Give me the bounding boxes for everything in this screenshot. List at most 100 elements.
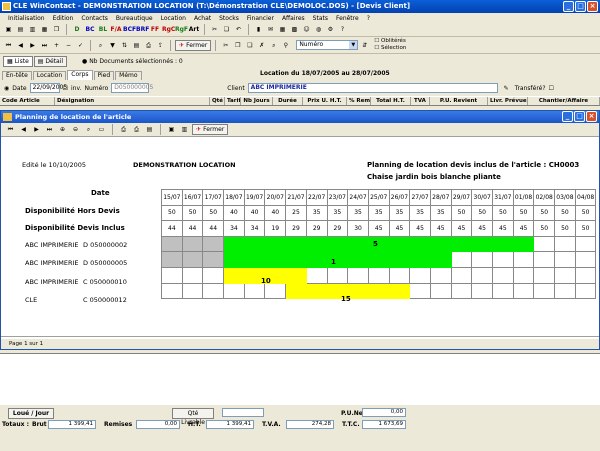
open-report-icon[interactable]: ▥ [179,124,190,135]
table-icon[interactable]: ▦ [277,24,288,35]
delete-record-icon[interactable]: − [63,40,74,51]
first-record-icon[interactable]: ⏮ [3,40,14,51]
next-page-icon[interactable]: ▶ [31,124,42,135]
grid-column-header[interactable]: Désignation [55,97,210,105]
doc-type-button[interactable]: BL [97,24,109,35]
selection-checkbox[interactable]: ☐ Sélection [374,45,406,52]
user-icon[interactable]: ☺ [301,24,312,35]
menu-item[interactable]: Affaires [278,15,309,22]
loue-jour-button[interactable]: Loué / Jour [8,408,54,419]
menu-item[interactable]: Stats [309,15,332,22]
next-record-icon[interactable]: ▶ [27,40,38,51]
world-icon[interactable]: ◍ [313,24,324,35]
fit-page-icon[interactable]: ▭ [96,124,107,135]
copy2-icon[interactable]: ❐ [232,40,243,51]
doc-type-button[interactable]: Art [188,24,200,35]
prev-page-icon[interactable]: ◀ [18,124,29,135]
tab-item[interactable]: En-tête [2,71,32,80]
obliteres-checkbox[interactable]: ☐ Oblitérés [374,38,406,45]
doc-type-button[interactable]: RgF [175,24,188,35]
menu-item[interactable]: Financier [243,15,278,22]
export-icon-2[interactable]: ▤ [144,124,155,135]
save-report-icon[interactable]: ▣ [166,124,177,135]
date-field[interactable]: 22/09/2005 [29,83,67,93]
search-icon[interactable]: ⌕ [95,40,106,51]
export-icon[interactable]: ⇪ [155,40,166,51]
grid-column-header[interactable]: Prix U. H.T. [303,97,347,105]
doc-type-button[interactable]: RgC [162,24,175,35]
transfere-checkbox[interactable]: ☐ [549,85,554,92]
doc-type-button[interactable]: F/A [110,24,122,35]
planning-fermer-button[interactable]: ✈ Fermer [192,124,229,135]
filter-icon[interactable]: ▼ [107,40,118,51]
fermer-button[interactable]: ✈ Fermer [175,39,212,51]
grid-column-header[interactable]: Durée [273,97,303,105]
calc-icon[interactable]: ▦ [39,24,50,35]
zoom-in-icon[interactable]: ⊕ [57,124,68,135]
last-record-icon[interactable]: ⏭ [39,40,50,51]
grid-column-header[interactable]: Livr. Prévue [488,97,528,105]
cut2-icon[interactable]: ✂ [220,40,231,51]
zoom-out-icon[interactable]: ⊖ [70,124,81,135]
zoom-icon[interactable]: ⌕ [268,40,279,51]
add-record-icon[interactable]: + [51,40,62,51]
doc-type-button[interactable]: BCF [123,24,136,35]
prev-record-icon[interactable]: ◀ [15,40,26,51]
paste-icon[interactable]: ❏ [221,24,232,35]
close-button[interactable]: × [587,1,598,12]
tab-item[interactable]: Mémo [115,71,142,80]
grid-column-header[interactable]: Code Article [0,97,55,105]
planning-maximize-button[interactable]: □ [574,111,585,122]
paste2-icon[interactable]: ❏ [244,40,255,51]
menu-item[interactable]: Location [157,15,190,22]
tab-item[interactable]: Corps [67,70,93,80]
first-page-icon[interactable]: ⏮ [5,124,16,135]
menu-item[interactable]: ? [363,15,374,22]
confirm-icon[interactable]: ✓ [75,40,86,51]
tab-item[interactable]: Location [32,71,67,80]
date-radio[interactable]: ◉ [4,85,9,92]
client-lookup-icon[interactable]: ✎ [501,83,512,94]
last-page-icon[interactable]: ⏭ [44,124,55,135]
qte-livrable-field[interactable] [222,408,264,417]
pu-net-field[interactable]: 0,00 [362,408,406,417]
planning-close-button[interactable]: × [586,111,597,122]
print-doc-icon[interactable]: ▤ [131,40,142,51]
menu-item[interactable]: Initialisation [4,15,49,22]
grid-column-header[interactable]: Qté [210,97,225,105]
maximize-button[interactable]: □ [575,1,586,12]
sort-icon[interactable]: ⇅ [119,40,130,51]
menu-item[interactable]: Fenêtre [332,15,363,22]
grid-column-header[interactable]: Nb Jours [241,97,273,105]
printer-icon[interactable]: ⎙ [143,40,154,51]
mail-icon[interactable]: ✉ [265,24,276,35]
sort-order-icon[interactable]: ⇵ [359,40,370,51]
chart-icon[interactable]: ▮ [253,24,264,35]
doc-type-button[interactable]: BC [84,24,96,35]
copy-icon[interactable]: ❐ [51,24,62,35]
preview-icon[interactable]: ▥ [27,24,38,35]
doc-type-button[interactable]: D [71,24,83,35]
tab-item[interactable]: Pied [93,71,115,80]
print-setup-icon[interactable]: ⎙ [131,124,142,135]
undo-icon[interactable]: ↶ [233,24,244,35]
minimize-button[interactable]: _ [563,1,574,12]
doc-type-button[interactable]: BRF [136,24,149,35]
doc-type-button[interactable]: FF [149,24,161,35]
find-icon[interactable]: ⚲ [280,40,291,51]
tools-icon[interactable]: ⚙ [325,24,336,35]
client-field[interactable]: ABC IMPRIMERIE [247,83,498,93]
cut-icon[interactable]: ✂ [209,24,220,35]
menu-item[interactable]: Achat [190,15,215,22]
grid-column-header[interactable]: Total H.T. [371,97,411,105]
grid-column-header[interactable]: P.U. Revient [430,97,488,105]
help-icon[interactable]: ? [337,24,348,35]
menu-item[interactable]: Bureautique [112,15,157,22]
grid-column-header[interactable]: Chantier/Affaire [528,97,600,105]
print-icon-2[interactable]: ⎙ [118,124,129,135]
delete-icon[interactable]: ✗ [256,40,267,51]
numero-field[interactable]: D050000005 [111,83,153,93]
grid-column-header[interactable]: Tarif [225,97,241,105]
calendar-icon[interactable]: ▩ [289,24,300,35]
detail-button[interactable]: ▤ Détail [33,55,68,67]
